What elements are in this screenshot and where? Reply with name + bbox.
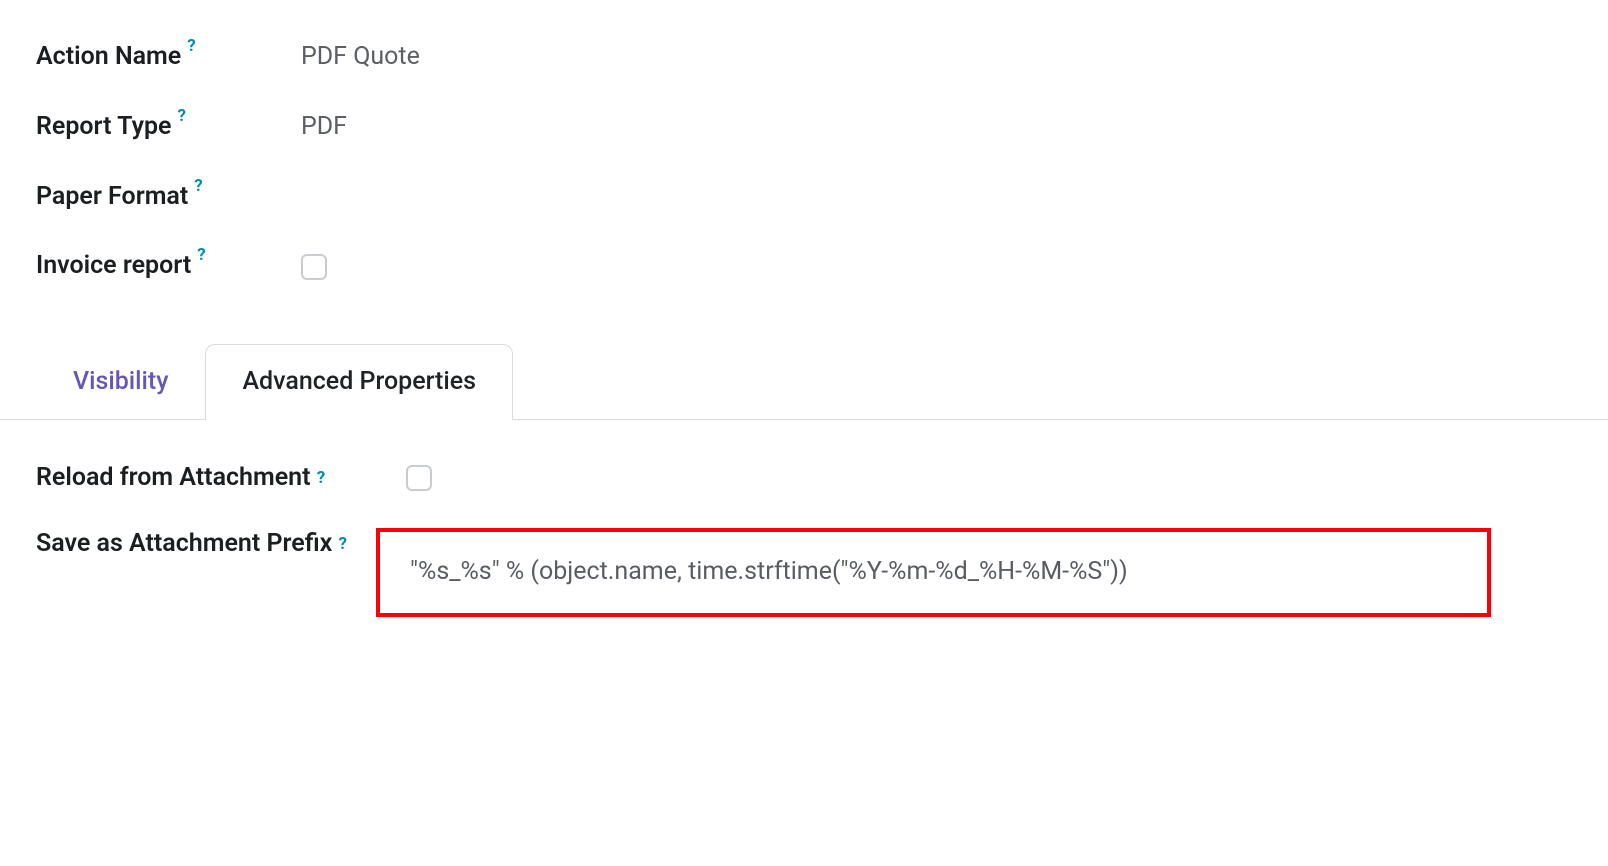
row-action-name: Action Name ? PDF Quote xyxy=(36,40,1572,74)
help-icon[interactable]: ? xyxy=(317,468,325,488)
tabs: Visibility Advanced Properties xyxy=(0,343,1608,420)
row-invoice-report: Invoice report ? xyxy=(36,249,1572,283)
label-action-name: Action Name ? xyxy=(36,40,301,74)
help-icon[interactable]: ? xyxy=(194,178,202,195)
help-icon[interactable]: ? xyxy=(339,534,347,554)
invoice-report-checkbox[interactable] xyxy=(301,254,327,280)
label-report-type: Report Type ? xyxy=(36,110,301,144)
label-text: Report Type xyxy=(36,110,172,144)
advanced-panel: Reload from Attachment ? Save as Attachm… xyxy=(36,460,1572,617)
attachment-prefix-input[interactable]: "%s_%s" % (object.name, time.strftime("%… xyxy=(376,528,1491,617)
tab-visibility[interactable]: Visibility xyxy=(36,344,205,420)
label-invoice-report: Invoice report ? xyxy=(36,249,301,283)
label-text: Invoice report xyxy=(36,249,191,283)
value-save-as-attachment-prefix: "%s_%s" % (object.name, time.strftime("%… xyxy=(376,526,1572,617)
label-save-as-attachment-prefix: Save as Attachment Prefix ? xyxy=(36,526,376,562)
label-text: Paper Format xyxy=(36,180,188,214)
row-paper-format: Paper Format ? xyxy=(36,180,1572,214)
tab-advanced-properties[interactable]: Advanced Properties xyxy=(205,344,513,420)
value-report-type[interactable]: PDF xyxy=(301,110,1572,144)
help-icon[interactable]: ? xyxy=(197,247,205,264)
basic-fields: Action Name ? PDF Quote Report Type ? PD… xyxy=(36,40,1572,283)
reload-from-attachment-checkbox[interactable] xyxy=(406,465,432,491)
row-save-as-attachment-prefix: Save as Attachment Prefix ? "%s_%s" % (o… xyxy=(36,526,1572,617)
label-text: Save as Attachment Prefix xyxy=(36,529,332,558)
value-invoice-report xyxy=(301,249,1572,283)
row-report-type: Report Type ? PDF xyxy=(36,110,1572,144)
label-text: Reload from Attachment xyxy=(36,463,311,492)
label-paper-format: Paper Format ? xyxy=(36,180,301,214)
row-reload-from-attachment: Reload from Attachment ? xyxy=(36,460,1572,496)
value-reload-from-attachment xyxy=(376,460,1572,491)
value-action-name[interactable]: PDF Quote xyxy=(301,40,1572,74)
help-icon[interactable]: ? xyxy=(187,38,195,55)
help-icon[interactable]: ? xyxy=(178,108,186,125)
label-reload-from-attachment: Reload from Attachment ? xyxy=(36,460,376,496)
label-text: Action Name xyxy=(36,40,181,74)
